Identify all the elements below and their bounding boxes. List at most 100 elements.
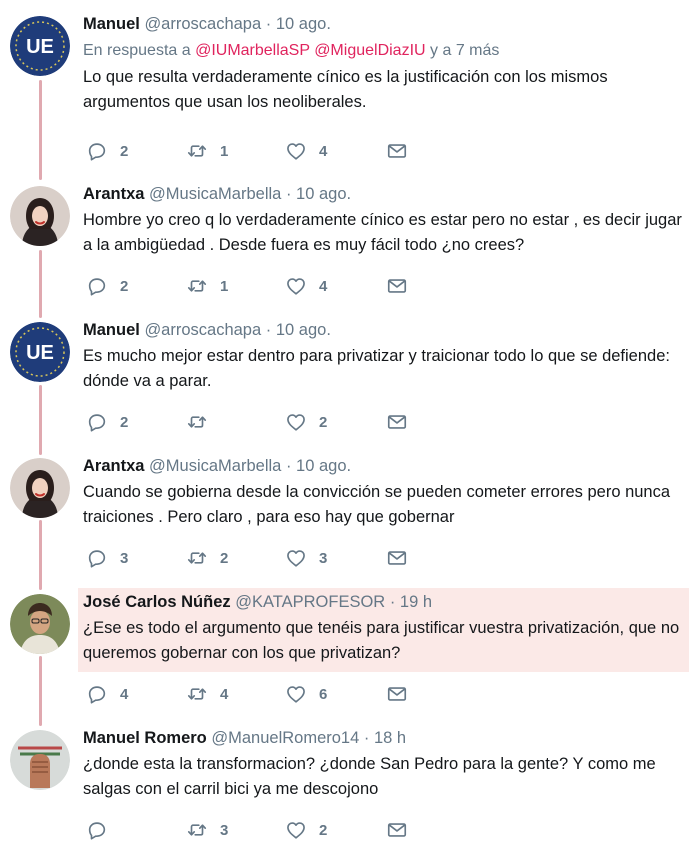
reply-count: 2	[120, 277, 129, 295]
retweet-button[interactable]: 3	[186, 818, 228, 842]
reply-icon	[86, 683, 108, 705]
reply-button[interactable]	[86, 818, 120, 842]
like-count: 4	[319, 277, 328, 295]
ue-logo-avatar[interactable]	[10, 322, 70, 382]
author-handle[interactable]: @KATAPROFESOR	[235, 593, 385, 611]
author-name[interactable]: Manuel Romero	[83, 729, 207, 747]
tweet-header: José Carlos Núñez @KATAPROFESOR · 19 h	[83, 591, 687, 613]
author-name[interactable]: Manuel	[83, 15, 140, 33]
tweet-header: Manuel Romero @ManuelRomero14 · 18 h	[83, 727, 687, 749]
tweet-time[interactable]: 10 ago.	[296, 185, 351, 203]
retweet-icon	[186, 275, 208, 297]
author-name[interactable]: Arantxa	[83, 185, 144, 203]
mention-link[interactable]: @IUMarbellaSP	[195, 42, 310, 59]
author-name[interactable]: Manuel	[83, 321, 140, 339]
like-button[interactable]: 6	[285, 682, 327, 706]
tweet-time[interactable]: 19 h	[400, 593, 432, 611]
mail-icon	[386, 140, 408, 162]
tweet-text: ¿donde esta la transformacion? ¿donde Sa…	[83, 755, 656, 798]
author-name[interactable]: José Carlos Núñez	[83, 593, 231, 611]
like-button[interactable]: 2	[285, 410, 327, 434]
direct-message-button[interactable]	[386, 682, 408, 706]
thread-connector	[39, 80, 42, 180]
mail-icon	[386, 547, 408, 569]
reply-icon	[86, 275, 108, 297]
retweet-button[interactable]: 2	[186, 546, 228, 570]
reply-button[interactable]: 3	[86, 546, 128, 570]
reply-count: 2	[120, 413, 129, 431]
woman-portrait-avatar[interactable]	[10, 458, 70, 518]
reply-icon	[86, 140, 108, 162]
tweet-time[interactable]: 10 ago.	[296, 457, 351, 475]
like-button[interactable]: 4	[285, 274, 327, 298]
retweet-button[interactable]: 1	[186, 274, 228, 298]
reply-button[interactable]: 2	[86, 410, 128, 434]
author-handle[interactable]: @arroscachapa	[144, 321, 261, 339]
heart-icon	[285, 275, 307, 297]
woman-portrait-avatar[interactable]	[10, 186, 70, 246]
reply-count: 2	[120, 142, 129, 160]
mail-icon	[386, 683, 408, 705]
retweet-icon	[186, 140, 208, 162]
mail-icon	[386, 275, 408, 297]
thread-connector	[39, 656, 42, 726]
direct-message-button[interactable]	[386, 274, 408, 298]
reply-button[interactable]: 2	[86, 139, 128, 163]
like-count: 2	[319, 821, 328, 839]
separator-dot: ·	[389, 593, 396, 611]
ue-logo-avatar[interactable]	[10, 16, 70, 76]
raised-fist-avatar[interactable]	[10, 730, 70, 790]
tweet-text: ¿Ese es todo el argumento que tenéis par…	[83, 619, 680, 662]
author-handle[interactable]: @ManuelRomero14	[211, 729, 359, 747]
reply-count: 3	[120, 549, 129, 567]
author-name[interactable]: Arantxa	[83, 457, 144, 475]
tweet-time[interactable]: 10 ago.	[276, 321, 331, 339]
like-count: 4	[319, 142, 328, 160]
heart-icon	[285, 683, 307, 705]
retweet-button[interactable]: 4	[186, 682, 228, 706]
reply-context: En respuesta a @IUMarbellaSP @MiguelDiaz…	[83, 40, 687, 62]
direct-message-button[interactable]	[386, 139, 408, 163]
reply-icon	[86, 547, 108, 569]
direct-message-button[interactable]	[386, 546, 408, 570]
like-count: 2	[319, 413, 328, 431]
man-portrait-avatar[interactable]	[10, 594, 70, 654]
like-button[interactable]: 4	[285, 139, 327, 163]
heart-icon	[285, 547, 307, 569]
tweet-text: Lo que resulta verdaderamente cínico es …	[83, 68, 608, 111]
tweet-text: Es mucho mejor estar dentro para privati…	[83, 347, 670, 390]
like-count: 3	[319, 549, 328, 567]
tweet-text: Cuando se gobierna desde la convicción s…	[83, 483, 671, 526]
retweet-button[interactable]: 1	[186, 139, 228, 163]
reply-button[interactable]: 4	[86, 682, 128, 706]
like-button[interactable]: 3	[285, 546, 327, 570]
heart-icon	[285, 411, 307, 433]
mail-icon	[386, 819, 408, 841]
author-handle[interactable]: @arroscachapa	[144, 15, 261, 33]
thread-connector	[39, 385, 42, 455]
separator-dot: ·	[265, 321, 272, 339]
retweet-count: 1	[220, 277, 229, 295]
mail-icon	[386, 411, 408, 433]
reply-count: 4	[120, 685, 129, 703]
retweet-count: 1	[220, 142, 229, 160]
tweet-header: Manuel @arroscachapa · 10 ago.	[83, 13, 687, 35]
direct-message-button[interactable]	[386, 410, 408, 434]
thread-connector	[39, 250, 42, 318]
retweet-icon	[186, 411, 208, 433]
tweet-time[interactable]: 10 ago.	[276, 15, 331, 33]
mention-link[interactable]: @MiguelDiazIU	[314, 42, 425, 59]
like-button[interactable]: 2	[285, 818, 327, 842]
reply-suffix[interactable]: y a 7 más	[430, 42, 499, 59]
author-handle[interactable]: @MusicaMarbella	[149, 185, 281, 203]
retweet-icon	[186, 547, 208, 569]
heart-icon	[285, 140, 307, 162]
direct-message-button[interactable]	[386, 818, 408, 842]
retweet-count: 3	[220, 821, 229, 839]
tweet-time[interactable]: 18 h	[374, 729, 406, 747]
author-handle[interactable]: @MusicaMarbella	[149, 457, 281, 475]
reply-button[interactable]: 2	[86, 274, 128, 298]
tweet-header: Arantxa @MusicaMarbella · 10 ago.	[83, 183, 687, 205]
retweet-button[interactable]	[186, 410, 220, 434]
reply-icon	[86, 819, 108, 841]
